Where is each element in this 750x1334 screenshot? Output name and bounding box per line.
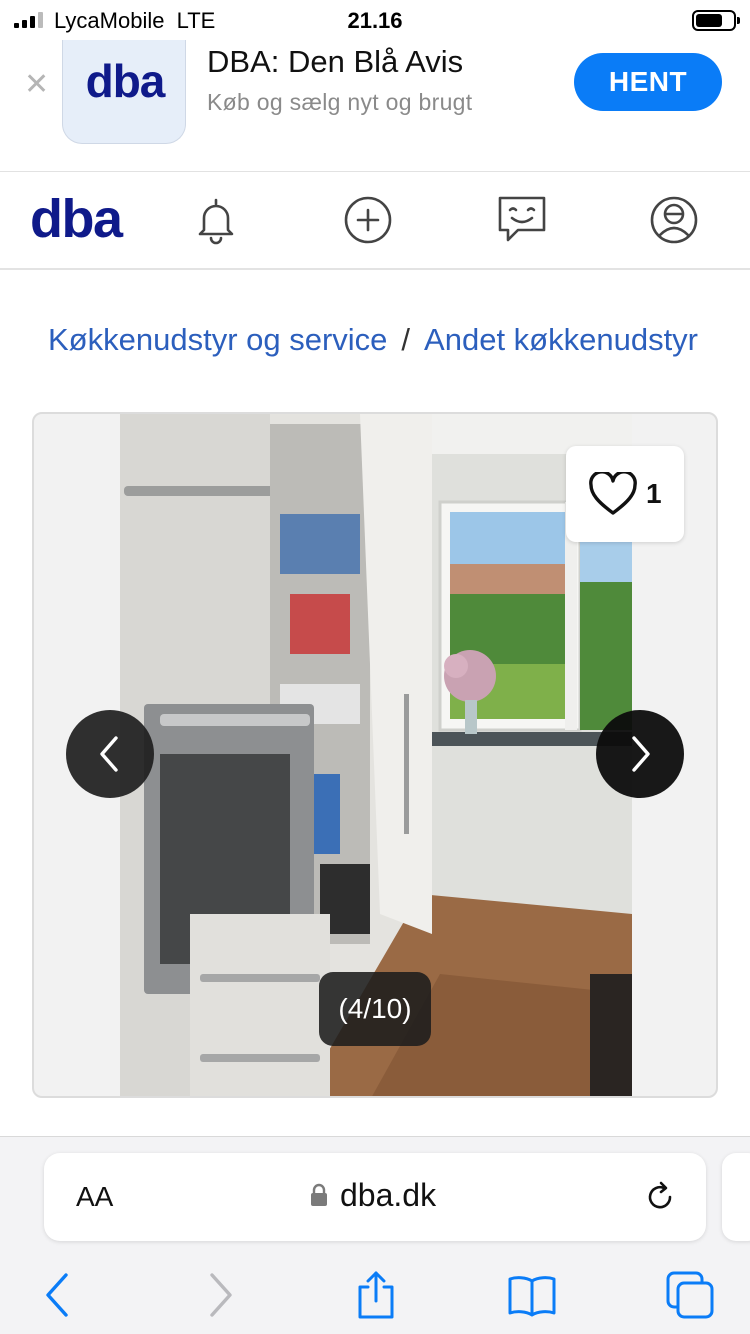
chat-icon[interactable] [496,194,548,246]
chevron-left-icon [100,736,118,772]
favorite-count: 1 [646,478,662,509]
breadcrumb: Køkkenudstyr og service / Andet køkkenudst… [48,322,718,362]
bookmarks-icon[interactable] [506,1269,558,1321]
chevron-right-icon [632,736,650,772]
address-bar[interactable]: AA dba.dk [44,1153,706,1241]
tabs-icon[interactable] [664,1269,716,1321]
breadcrumb-link-category[interactable]: Køkkenudstyr og service [48,322,387,357]
back-icon[interactable] [32,1269,84,1321]
dba-logo[interactable]: dba [30,188,123,250]
breadcrumb-link-subcategory[interactable]: Andet køkkenudstyr [424,322,698,357]
browser-toolbar: AA dba.dk [0,1136,750,1334]
site-header: dba [0,172,750,270]
clock: 21.16 [347,8,403,33]
plus-circle-icon[interactable] [342,194,394,246]
share-icon[interactable] [350,1269,402,1321]
image-counter: (4/10) [319,972,431,1046]
reload-icon[interactable] [642,1179,678,1215]
get-app-button[interactable]: HENT [574,53,722,111]
breadcrumb-separator: / [401,322,411,357]
lock-icon [311,1183,327,1206]
heart-icon [589,472,637,515]
next-tab-preview[interactable] [722,1153,750,1241]
app-install-banner: ✕ dba DBA: Den Blå Avis Køb og sælg nyt … [0,40,750,172]
app-icon-logo: dba [85,55,166,107]
previous-image-button[interactable] [66,710,154,798]
app-icon: dba [62,40,186,144]
bell-icon[interactable] [190,194,242,246]
app-name: DBA: Den Blå Avis [207,44,464,79]
battery-icon [692,10,740,31]
app-subtitle: Køb og sælg nyt og brugt [207,89,473,115]
close-banner-icon[interactable]: ✕ [24,70,49,100]
forward-icon[interactable] [194,1269,246,1321]
text-size-button[interactable]: AA [76,1181,113,1213]
favorite-button[interactable]: 1 [566,446,684,542]
user-profile-icon[interactable] [648,194,700,246]
url-text[interactable]: dba.dk [340,1177,436,1214]
status-bar: LycaMobile LTE 21.16 [0,0,750,40]
next-image-button[interactable] [596,710,684,798]
